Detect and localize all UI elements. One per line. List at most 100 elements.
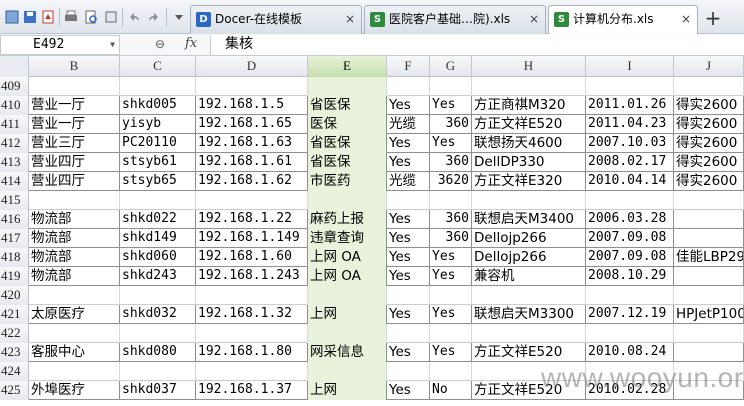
row-header[interactable]: 412: [0, 134, 29, 153]
cell-c[interactable]: shkd032: [120, 305, 196, 324]
cell-b[interactable]: [29, 77, 120, 96]
cell-d[interactable]: 192.168.1.22: [196, 210, 308, 229]
cell-j[interactable]: [674, 191, 744, 210]
cell-b[interactable]: 营业一厅: [29, 115, 120, 134]
cell-d[interactable]: 192.168.1.149: [196, 229, 308, 248]
cell-f[interactable]: [387, 324, 430, 343]
cell-f[interactable]: Yes: [387, 343, 430, 362]
row-header[interactable]: 421: [0, 305, 29, 324]
column-header-d[interactable]: D: [196, 56, 308, 77]
row-header[interactable]: 419: [0, 267, 29, 286]
cell-g[interactable]: 360: [430, 115, 472, 134]
cell-c[interactable]: shkd022: [120, 210, 196, 229]
cell-d[interactable]: 192.168.1.37: [196, 381, 308, 400]
cell-d[interactable]: 192.168.1.60: [196, 248, 308, 267]
tab-computer-distribution[interactable]: S 计算机分布.xls ×: [548, 5, 698, 35]
cell-f[interactable]: Yes: [387, 153, 430, 172]
cell-f[interactable]: [387, 286, 430, 305]
toolbar-more-dropdown-icon[interactable]: [171, 9, 187, 25]
close-icon[interactable]: ×: [681, 6, 691, 33]
cell-g[interactable]: Yes: [430, 248, 472, 267]
save-icon[interactable]: [22, 9, 38, 25]
cell-b[interactable]: 太原医疗: [29, 305, 120, 324]
print-icon[interactable]: [63, 9, 79, 25]
cell-j[interactable]: 佳能LBP29: [674, 248, 744, 267]
new-file-icon[interactable]: [4, 9, 20, 25]
cell-g[interactable]: Yes: [430, 343, 472, 362]
cell-f[interactable]: Yes: [387, 210, 430, 229]
cell-g[interactable]: 360: [430, 210, 472, 229]
cell-j[interactable]: [674, 210, 744, 229]
cell-f[interactable]: [387, 362, 430, 381]
cell-c[interactable]: stsyb61: [120, 153, 196, 172]
formula-input[interactable]: 集核: [210, 35, 744, 55]
cell-e[interactable]: 上网 OA: [308, 267, 387, 286]
cell-e[interactable]: 上网 OA: [308, 248, 387, 267]
cell-b[interactable]: 物流部: [29, 210, 120, 229]
cell-g[interactable]: Yes: [430, 267, 472, 286]
cell-c[interactable]: [120, 77, 196, 96]
select-all-corner[interactable]: [0, 56, 29, 77]
cell-d[interactable]: 192.168.1.80: [196, 343, 308, 362]
cell-c[interactable]: shkd005: [120, 96, 196, 115]
cell-j[interactable]: 得实2600: [674, 115, 744, 134]
tab-docer[interactable]: D Docer-在线模板 ×: [190, 5, 362, 34]
cell-g[interactable]: [430, 324, 472, 343]
cell-j[interactable]: 得实2600: [674, 134, 744, 153]
cell-c[interactable]: yisyb: [120, 115, 196, 134]
cell-g[interactable]: 3620: [430, 172, 472, 191]
cell-g[interactable]: 360: [430, 229, 472, 248]
cell-h[interactable]: DellDP330: [472, 153, 586, 172]
cell-c[interactable]: shkd037: [120, 381, 196, 400]
cell-i[interactable]: [586, 77, 674, 96]
cell-j[interactable]: [674, 267, 744, 286]
insert-function-button[interactable]: fx: [185, 36, 197, 51]
cell-d[interactable]: [196, 77, 308, 96]
cell-d[interactable]: [196, 362, 308, 381]
cell-g[interactable]: [430, 191, 472, 210]
cell-g[interactable]: Yes: [430, 134, 472, 153]
column-header-b[interactable]: B: [29, 56, 120, 77]
cell-h[interactable]: 联想扬天4600: [472, 134, 586, 153]
cell-d[interactable]: 192.168.1.5: [196, 96, 308, 115]
cell-e[interactable]: 省医保: [308, 134, 387, 153]
cell-f[interactable]: Yes: [387, 229, 430, 248]
cell-e[interactable]: [308, 324, 387, 343]
cell-g[interactable]: Yes: [430, 305, 472, 324]
row-header[interactable]: 418: [0, 248, 29, 267]
cell-b[interactable]: [29, 362, 120, 381]
cell-i[interactable]: 2010.08.24: [586, 343, 674, 362]
cell-e[interactable]: 市医药: [308, 172, 387, 191]
cell-h[interactable]: 方正文祥E320: [472, 172, 586, 191]
cell-h[interactable]: 兼容机: [472, 267, 586, 286]
print-preview-icon[interactable]: [83, 9, 99, 25]
cell-d[interactable]: 192.168.1.62: [196, 172, 308, 191]
row-header[interactable]: 424: [0, 362, 29, 381]
cell-i[interactable]: 2011.04.23: [586, 115, 674, 134]
cell-h[interactable]: 方正文祥E520: [472, 343, 586, 362]
cell-h[interactable]: 方正文祥E520: [472, 115, 586, 134]
cell-e[interactable]: 违章查询: [308, 229, 387, 248]
cell-g[interactable]: [430, 77, 472, 96]
cell-b[interactable]: 物流部: [29, 267, 120, 286]
cell-b[interactable]: 客服中心: [29, 343, 120, 362]
cell-f[interactable]: Yes: [387, 96, 430, 115]
cell-i[interactable]: 2011.01.26: [586, 96, 674, 115]
row-header[interactable]: 415: [0, 191, 29, 210]
tab-hospital-clients[interactable]: S 医院客户基础…院).xls ×: [364, 5, 546, 34]
cell-e[interactable]: 上网: [308, 381, 387, 400]
cell-i[interactable]: 2010.04.14: [586, 172, 674, 191]
copy-format-icon[interactable]: [103, 9, 119, 25]
column-header-h[interactable]: H: [472, 56, 586, 77]
cell-i[interactable]: 2008.02.17: [586, 153, 674, 172]
cell-h[interactable]: Dellojp266: [472, 229, 586, 248]
cell-b[interactable]: [29, 324, 120, 343]
cell-i[interactable]: 2007.12.19: [586, 305, 674, 324]
cell-f[interactable]: Yes: [387, 248, 430, 267]
cell-d[interactable]: [196, 286, 308, 305]
cell-d[interactable]: 192.168.1.61: [196, 153, 308, 172]
chevron-down-icon[interactable]: ▼: [110, 36, 115, 54]
cell-j[interactable]: [674, 286, 744, 305]
cell-i[interactable]: 2008.10.29: [586, 267, 674, 286]
column-header-f[interactable]: F: [387, 56, 430, 77]
